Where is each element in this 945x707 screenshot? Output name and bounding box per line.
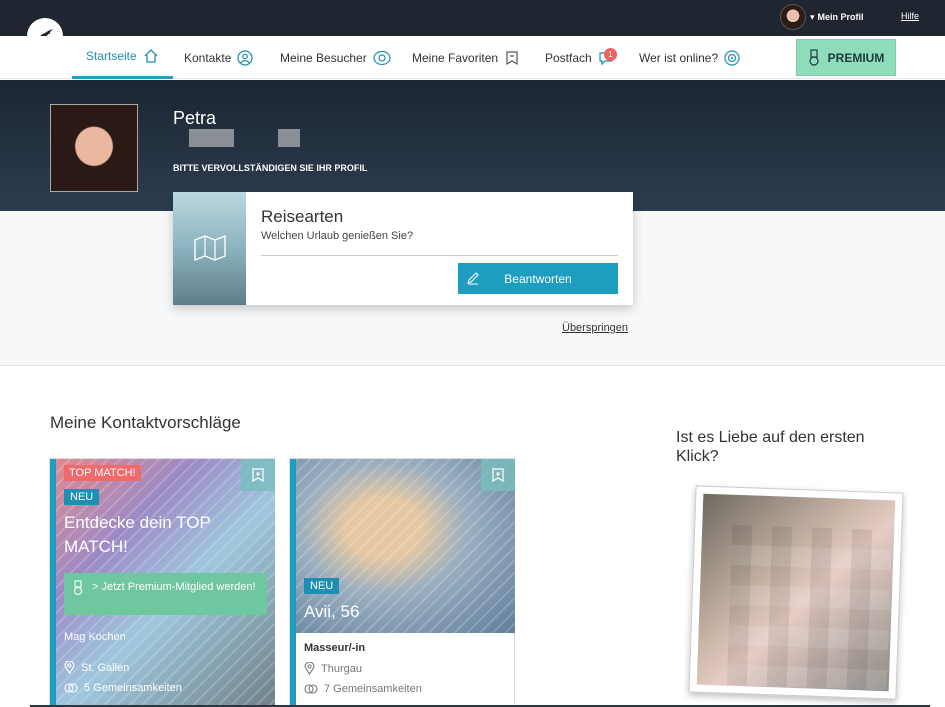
bookmark-icon (492, 468, 504, 482)
card-image: NEU Avii, 56 (296, 459, 515, 633)
rings-icon (304, 684, 318, 694)
nav-meine-besucher[interactable]: Meine Besucher (280, 36, 391, 79)
nav-startseite[interactable]: Startseite (72, 36, 173, 79)
card-location: St. Gallen (64, 661, 129, 674)
eye-icon (373, 50, 391, 65)
premium-label: PREMIUM (827, 50, 885, 65)
nav-meine-favoriten[interactable]: Meine Favoriten (412, 36, 520, 79)
chevron-down-icon: ▾ (810, 11, 815, 22)
question-card: Reisearten Welchen Urlaub genießen Sie? … (173, 192, 633, 305)
nav-label: Meine Besucher (280, 50, 367, 65)
bookmark-button[interactable] (481, 459, 515, 491)
nav-label: Startseite (86, 49, 137, 63)
location-label: Thurgau (321, 662, 362, 675)
premium-cta-label: > Jetzt Premium-Mitglied werden! (92, 581, 256, 593)
bookmark-button[interactable] (241, 459, 275, 491)
new-tag: NEU (304, 578, 340, 594)
card-location: Thurgau (304, 662, 362, 675)
card-common: 5 Gemeinsamkeiten (64, 682, 182, 694)
card-name-age: Avii, 56 (304, 602, 360, 621)
skip-link[interactable]: Überspringen (562, 322, 628, 334)
nav-label: Meine Favoriten (412, 50, 499, 65)
section-title: Meine Kontaktvorschläge (50, 413, 241, 432)
premium-button[interactable]: PREMIUM (796, 39, 896, 76)
travel-image (173, 192, 246, 305)
nav-label: Wer ist online? (639, 50, 719, 65)
help-link[interactable]: Hilfe (901, 11, 919, 21)
card-occupation: Masseur/-in (304, 642, 366, 654)
card-headline: Entdecke dein TOP MATCH! (64, 513, 211, 556)
side-title: Ist es Liebe auf den ersten Klick? (676, 429, 865, 465)
top-match-tag: TOP MATCH! (64, 465, 141, 481)
location-pin-icon (64, 661, 75, 674)
home-icon (144, 49, 158, 63)
question-title: Reisearten (261, 207, 344, 226)
profile-completion-hint: BITTE VERVOLLSTÄNDIGEN SIE IHR PROFIL (173, 163, 368, 173)
top-bar: ▾ Mein Profil Hilfe (0, 0, 945, 36)
suggestion-card[interactable]: NEU Avii, 56 Masseur/-in Thurgau 7 Gemei… (289, 458, 515, 707)
unread-badge: 1 (604, 48, 617, 61)
my-profile-button[interactable]: ▾ Mein Profil (780, 4, 864, 30)
nav-label: Kontakte (184, 50, 232, 65)
common-label: 5 Gemeinsamkeiten (84, 682, 182, 694)
premium-cta-button[interactable]: > Jetzt Premium-Mitglied werden! (64, 573, 267, 615)
censored-block (278, 129, 300, 147)
bookmark-icon (252, 468, 264, 482)
new-tag: NEU (64, 489, 100, 505)
side-photo[interactable] (688, 485, 904, 700)
my-profile-label: Mein Profil (817, 12, 864, 22)
suggestion-card-top-match[interactable]: TOP MATCH! NEU Entdecke dein TOP MATCH! … (49, 458, 275, 707)
pencil-icon (467, 272, 479, 285)
question-subtitle: Welchen Urlaub genießen Sie? (261, 230, 414, 242)
common-label: 7 Gemeinsamkeiten (324, 683, 422, 695)
answer-label: Beantworten (504, 271, 572, 286)
card-interest: Mag Kochen (64, 631, 126, 643)
nav-wer-ist-online[interactable]: Wer ist online? (639, 36, 740, 79)
pixelation-overlay (726, 524, 893, 691)
profile-name: Petra (173, 108, 217, 128)
location-label: St. Gallen (81, 661, 130, 674)
nav-label: Postfach (545, 50, 592, 65)
card-common: 7 Gemeinsamkeiten (304, 683, 422, 695)
avatar (780, 4, 806, 30)
divider (261, 255, 618, 256)
card-image: TOP MATCH! NEU Entdecke dein TOP MATCH! … (56, 459, 275, 707)
online-icon (724, 49, 740, 66)
profile-photo[interactable] (50, 104, 138, 192)
censored-block (189, 129, 234, 147)
nav-kontakte[interactable]: Kontakte (184, 36, 253, 79)
answer-button[interactable]: Beantworten (458, 263, 618, 294)
user-icon (237, 49, 253, 66)
map-icon (194, 234, 226, 262)
pixelated-image (696, 493, 896, 692)
location-pin-icon (304, 662, 315, 675)
medal-icon (73, 580, 83, 596)
bookmark-icon (506, 50, 518, 65)
medal-icon (809, 48, 819, 66)
rings-icon (64, 683, 78, 693)
